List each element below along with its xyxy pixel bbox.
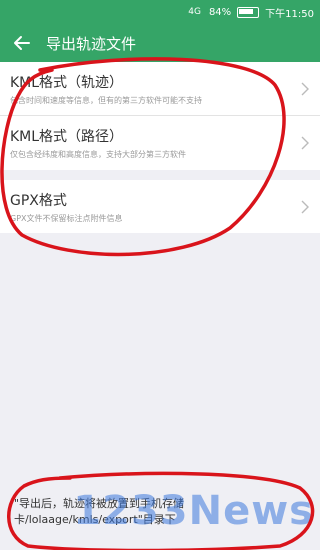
export-options-group: KML格式（轨迹） 包含时间和速度等信息，但有的第三方软件可能不支持 KML格式… [0, 62, 320, 170]
export-options-group-gpx: GPX格式 GPX文件不保留标注点附件信息 [0, 180, 320, 233]
signal-indicator: 4G [188, 7, 201, 17]
battery-percent: 84% [208, 6, 232, 18]
status-bar: 4G 84% 下午11:50 [0, 0, 320, 24]
clock: 下午11:50 [265, 8, 314, 20]
option-kml-path[interactable]: KML格式（路径） 仅包含经纬度和高度信息，支持大部分第三方软件 [0, 116, 320, 170]
option-gpx[interactable]: GPX格式 GPX文件不保留标注点附件信息 [0, 180, 320, 234]
option-label: KML格式（轨迹） [10, 75, 124, 91]
option-description: 包含时间和速度等信息，但有的第三方软件可能不支持 [10, 96, 202, 105]
page-title: 导出轨迹文件 [46, 34, 137, 53]
chevron-right-icon [301, 200, 309, 214]
battery-icon [237, 6, 260, 18]
app-bar: 导出轨迹文件 [0, 24, 320, 62]
option-description: GPX文件不保留标注点附件信息 [10, 214, 123, 223]
chevron-right-icon [301, 82, 309, 96]
option-label: KML格式（路径） [10, 129, 124, 145]
watermark-logo: 1233News [73, 488, 314, 534]
back-arrow-icon[interactable] [10, 31, 34, 55]
option-label: GPX格式 [10, 193, 67, 209]
chevron-right-icon [301, 136, 309, 150]
option-kml-track[interactable]: KML格式（轨迹） 包含时间和速度等信息，但有的第三方软件可能不支持 [0, 62, 320, 116]
option-description: 仅包含经纬度和高度信息，支持大部分第三方软件 [10, 150, 186, 159]
